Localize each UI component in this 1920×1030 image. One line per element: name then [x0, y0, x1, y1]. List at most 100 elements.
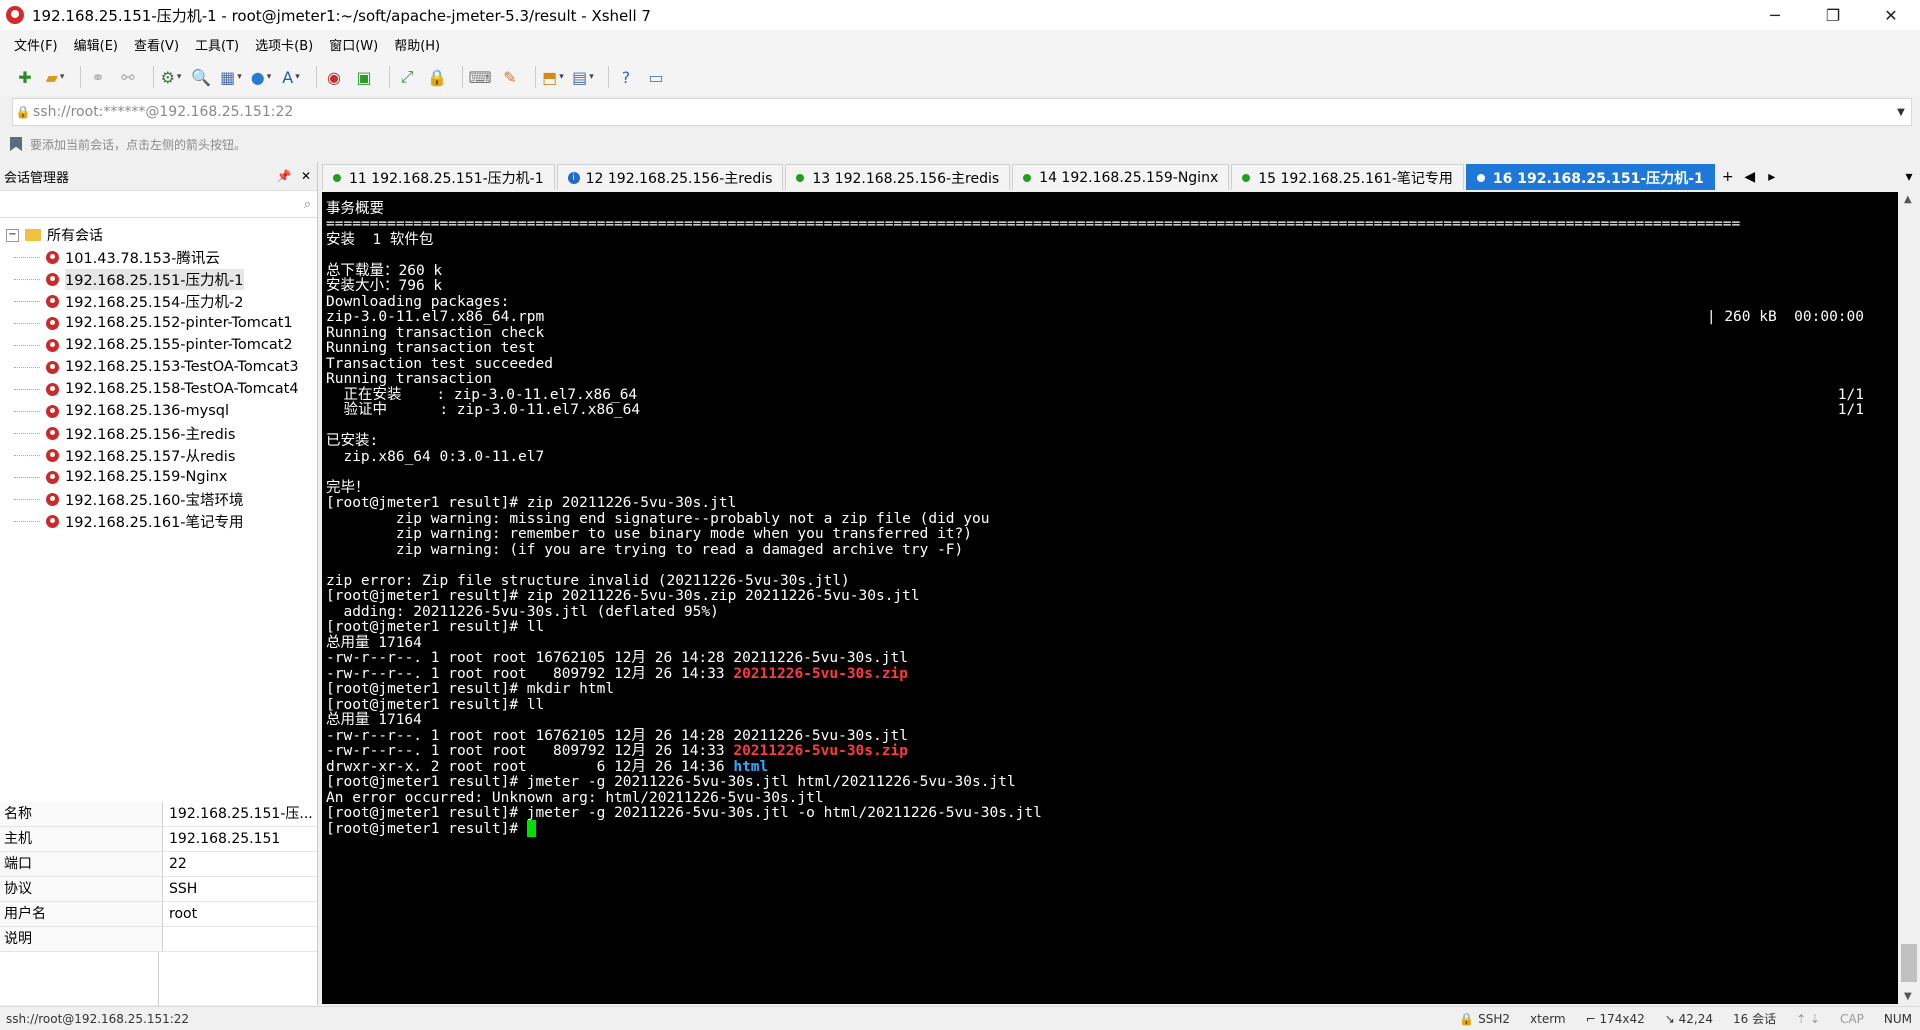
xshell-icon[interactable]: ◉ [323, 66, 345, 88]
session-manager-title: 会话管理器 [4, 170, 70, 186]
menu-tools[interactable]: 工具(T) [195, 35, 239, 54]
session-tab[interactable]: 15 192.168.25.161-笔记专用 [1231, 164, 1464, 190]
menu-window[interactable]: 窗口(W) [329, 35, 378, 54]
scroll-down-icon[interactable]: ▼ [1904, 991, 1912, 1002]
minimize-button[interactable]: ─ [1746, 0, 1804, 30]
terminal-output[interactable]: 事务概要 ====================================… [322, 192, 1898, 1004]
chevron-down-icon[interactable]: ▼ [1891, 107, 1911, 118]
property-value [163, 927, 317, 951]
search-icon[interactable]: ⌕ [304, 197, 311, 212]
status-sessions-label: 16 会话 [1733, 1012, 1777, 1026]
session-tab[interactable]: 16 192.168.25.151-压力机-1 [1465, 164, 1715, 190]
xshell-session-icon [46, 272, 59, 286]
address-bar[interactable]: 🔒 ssh://root:******@192.168.25.151:22 ▼ [12, 98, 1912, 126]
help-icon[interactable]: ? [615, 66, 637, 88]
menu-bar: 文件(F) 编辑(E) 查看(V) 工具(T) 选项卡(B) 窗口(W) 帮助(… [0, 30, 1920, 58]
collapse-toggle-icon[interactable]: − [6, 228, 19, 242]
session-item[interactable]: 192.168.25.136-mysql [0, 400, 317, 422]
property-key: 主机 [0, 827, 163, 851]
terminal-cursor [526, 820, 536, 837]
compose-icon[interactable]: ▦ [220, 66, 242, 88]
status-protocol-label: SSH2 [1478, 1011, 1511, 1026]
status-protocol: 🔒 SSH2 [1459, 1011, 1511, 1026]
session-item[interactable]: 192.168.25.157-从redis [0, 444, 317, 466]
session-item[interactable]: 192.168.25.159-Nginx [0, 466, 317, 488]
property-row: 说明 [0, 927, 317, 952]
close-icon[interactable]: ✕ [295, 169, 317, 183]
session-item[interactable]: 192.168.25.155-pinter-Tomcat2 [0, 334, 317, 356]
xshell-session-icon [46, 492, 59, 506]
session-item[interactable]: 192.168.25.153-TestOA-Tomcat3 [0, 356, 317, 378]
terminal-scrollbar[interactable]: ▲ ▼ [1898, 192, 1920, 1004]
session-search-input[interactable]: ⌕ [0, 191, 317, 218]
session-item[interactable]: 192.168.25.158-TestOA-Tomcat4 [0, 378, 317, 400]
session-item[interactable]: 192.168.25.161-笔记专用 [0, 510, 317, 532]
xftp-icon[interactable]: ▣ [353, 66, 375, 88]
status-term: xterm [1530, 1011, 1566, 1026]
status-dot-icon [796, 173, 805, 182]
tree-root-all-sessions[interactable]: − 所有会话 [0, 224, 317, 246]
session-item-label: 192.168.25.158-TestOA-Tomcat4 [65, 381, 299, 397]
session-item[interactable]: 192.168.25.156-主redis [0, 422, 317, 444]
session-item[interactable]: 192.168.25.160-宝塔环境 [0, 488, 317, 510]
session-tree: − 所有会话 101.43.78.153-腾讯云 192.168.25.151-压… [0, 218, 317, 532]
highlight-icon[interactable]: ✎ [499, 66, 521, 88]
session-item[interactable]: 192.168.25.151-压力机-1 [0, 268, 317, 290]
session-item[interactable]: 192.168.25.154-压力机-2 [0, 290, 317, 312]
session-tab[interactable]: 13 192.168.25.156-主redis [785, 164, 1011, 190]
session-item[interactable]: 101.43.78.153-腾讯云 [0, 246, 317, 268]
session-item-label: 192.168.25.156-主redis [65, 426, 236, 443]
terminal-text: [root@jmeter1 result]# [326, 820, 527, 837]
fullscreen-icon[interactable]: ⤢ [396, 66, 418, 88]
tab-scroll-right-icon[interactable]: ▸ [1761, 164, 1783, 190]
transfer-icon[interactable]: ⬒ [542, 66, 564, 88]
menu-help[interactable]: 帮助(H) [394, 35, 440, 54]
new-tab-button[interactable]: + [1717, 164, 1739, 190]
tab-label: 16 192.168.25.151-压力机-1 [1492, 170, 1704, 187]
scrollbar-thumb[interactable] [1901, 944, 1917, 982]
bookmark-icon[interactable] [10, 137, 22, 151]
layout-icon[interactable]: ▤ [572, 66, 594, 88]
xshell-session-icon [46, 338, 59, 352]
session-item-label: 192.168.25.160-宝塔环境 [65, 492, 244, 509]
close-button[interactable]: ✕ [1862, 0, 1920, 30]
session-tab[interactable]: 14 192.168.25.159-Nginx [1012, 164, 1230, 190]
xshell-session-icon [46, 448, 59, 462]
maximize-button[interactable]: ❐ [1804, 0, 1862, 30]
pin-icon[interactable]: 📌 [273, 169, 295, 183]
status-nav-arrows[interactable]: ⇡ ⇣ [1796, 1012, 1820, 1026]
status-sessions: 16 会话 [1733, 1010, 1776, 1027]
find-icon[interactable]: 🔍 [190, 66, 212, 88]
terminal-text: zip warning: (if you are trying to read … [326, 541, 964, 558]
menu-file[interactable]: 文件(F) [14, 35, 58, 54]
status-size: ⌐ 174x42 [1585, 1011, 1645, 1026]
disconnect-icon[interactable]: ⚯ [117, 66, 139, 88]
keyboard-icon[interactable]: ⌨ [468, 66, 491, 88]
toolbar-divider [608, 66, 609, 88]
font-icon[interactable]: A [280, 66, 302, 88]
terminal-text: 安装 1 软件包 [326, 231, 434, 248]
tab-scroll-left-icon[interactable]: ◀ [1739, 164, 1761, 190]
new-session-icon[interactable]: ✚ [14, 66, 36, 88]
session-tab[interactable]: 11 192.168.25.151-压力机-1 [322, 164, 555, 190]
chat-icon[interactable]: ▭ [645, 66, 667, 88]
menu-view[interactable]: 查看(V) [134, 35, 179, 54]
address-input[interactable]: ssh://root:******@192.168.25.151:22 [33, 104, 1891, 120]
hint-bar: 要添加当前会话，点击左侧的箭头按钮。 [0, 130, 1920, 158]
open-folder-icon[interactable]: ▰ [44, 66, 66, 88]
terminal-line: ========================================… [326, 215, 1740, 234]
session-tab[interactable]: i 12 192.168.25.156-主redis [556, 164, 784, 190]
tab-menu-icon[interactable]: ▾ [1898, 164, 1920, 190]
connect-icon[interactable]: ⚭ [87, 66, 109, 88]
menu-tab[interactable]: 选项卡(B) [255, 35, 313, 54]
status-bar: ssh://root@192.168.25.151:22 🔒 SSH2 xter… [0, 1006, 1920, 1030]
menu-edit[interactable]: 编辑(E) [74, 35, 118, 54]
session-item[interactable]: 192.168.25.152-pinter-Tomcat1 [0, 312, 317, 334]
properties-icon[interactable]: ⚙ [160, 66, 182, 88]
lock-icon[interactable]: 🔒 [426, 66, 448, 88]
toolbar: ✚ ▰ ⚭ ⚯ ⚙ 🔍 ▦ ● A ◉ ▣ ⤢ 🔒 ⌨ ✎ ⬒ ▤ ? ▭ [0, 58, 1920, 96]
property-row: 端口 22 [0, 852, 317, 877]
toolbar-divider [535, 66, 536, 88]
scroll-up-icon[interactable]: ▲ [1904, 194, 1912, 205]
globe-icon[interactable]: ● [250, 66, 272, 88]
